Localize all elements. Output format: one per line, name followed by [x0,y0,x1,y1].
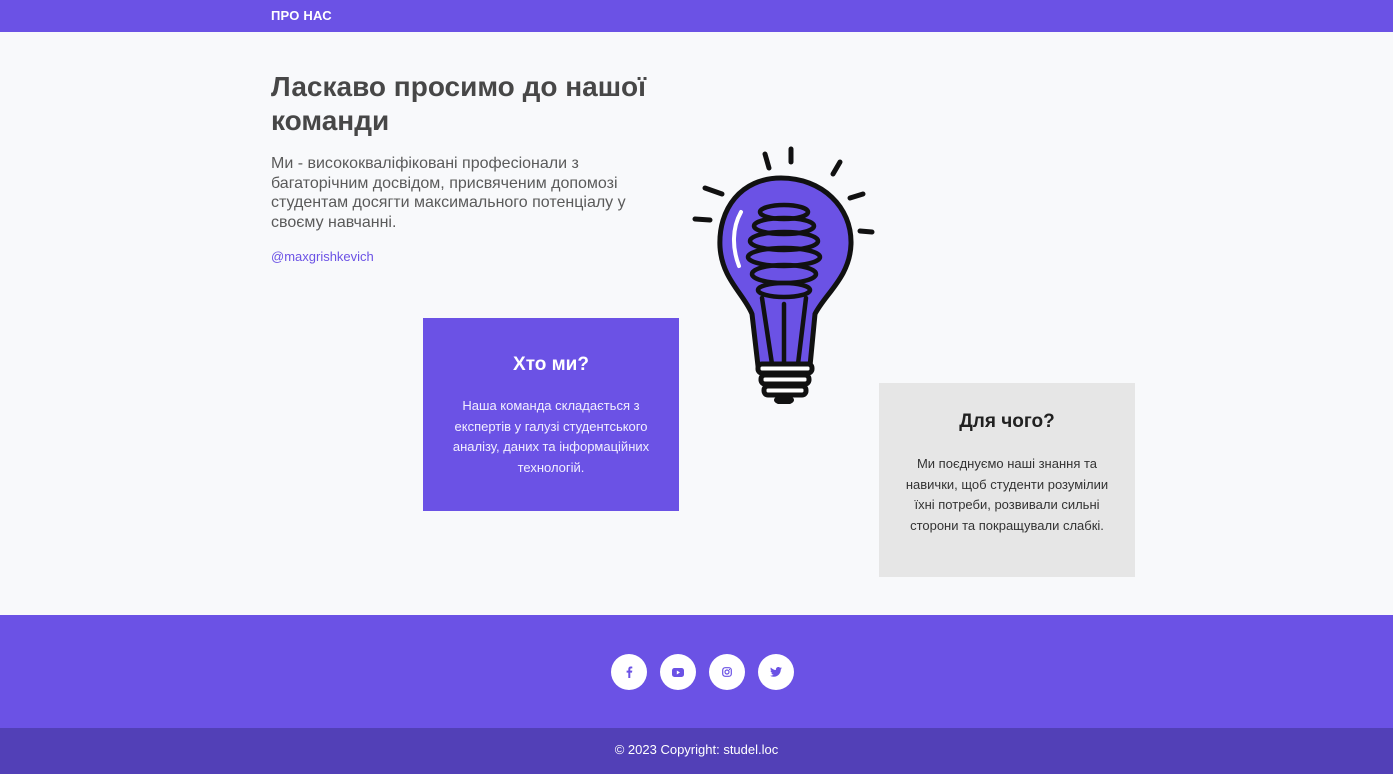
youtube-button[interactable] [660,654,696,690]
author-handle-link[interactable]: @maxgrishkevich [271,249,374,264]
card-purpose: Для чого? Ми поєднуємо наші знання та на… [879,383,1135,577]
twitter-icon [770,667,782,677]
top-navbar: ПРО НАС [0,0,1393,32]
card-why-text: Ми поєднуємо наші знання та навички, щоб… [905,456,1109,533]
card-who-text: Наша команда складається з експертів у г… [452,398,650,475]
twitter-button[interactable] [758,654,794,690]
facebook-button[interactable] [611,654,647,690]
card-why-title: Для чого? [959,411,1055,432]
lightbulb-icon [692,146,875,404]
instagram-button[interactable] [709,654,745,690]
copyright-bar: © 2023 Copyright: studel.loc [0,728,1393,774]
page-title: Ласкаво просимо до нашої команди [271,71,647,136]
main-content: Ласкаво просимо до нашої команди Ми - ви… [0,32,1393,615]
card-who-we-are: Хто ми? Наша команда складається з експе… [423,318,679,511]
nav-link-about[interactable]: ПРО НАС [271,8,332,23]
footer [0,615,1393,728]
copyright-text: © 2023 Copyright: studel.loc [614,742,779,757]
intro-text: Ми - висококваліфіковані професіонали з … [271,155,626,231]
social-links [611,654,794,690]
facebook-icon [626,666,633,678]
card-who-title: Хто ми? [513,354,589,375]
instagram-icon [722,667,732,677]
youtube-icon [672,667,684,677]
